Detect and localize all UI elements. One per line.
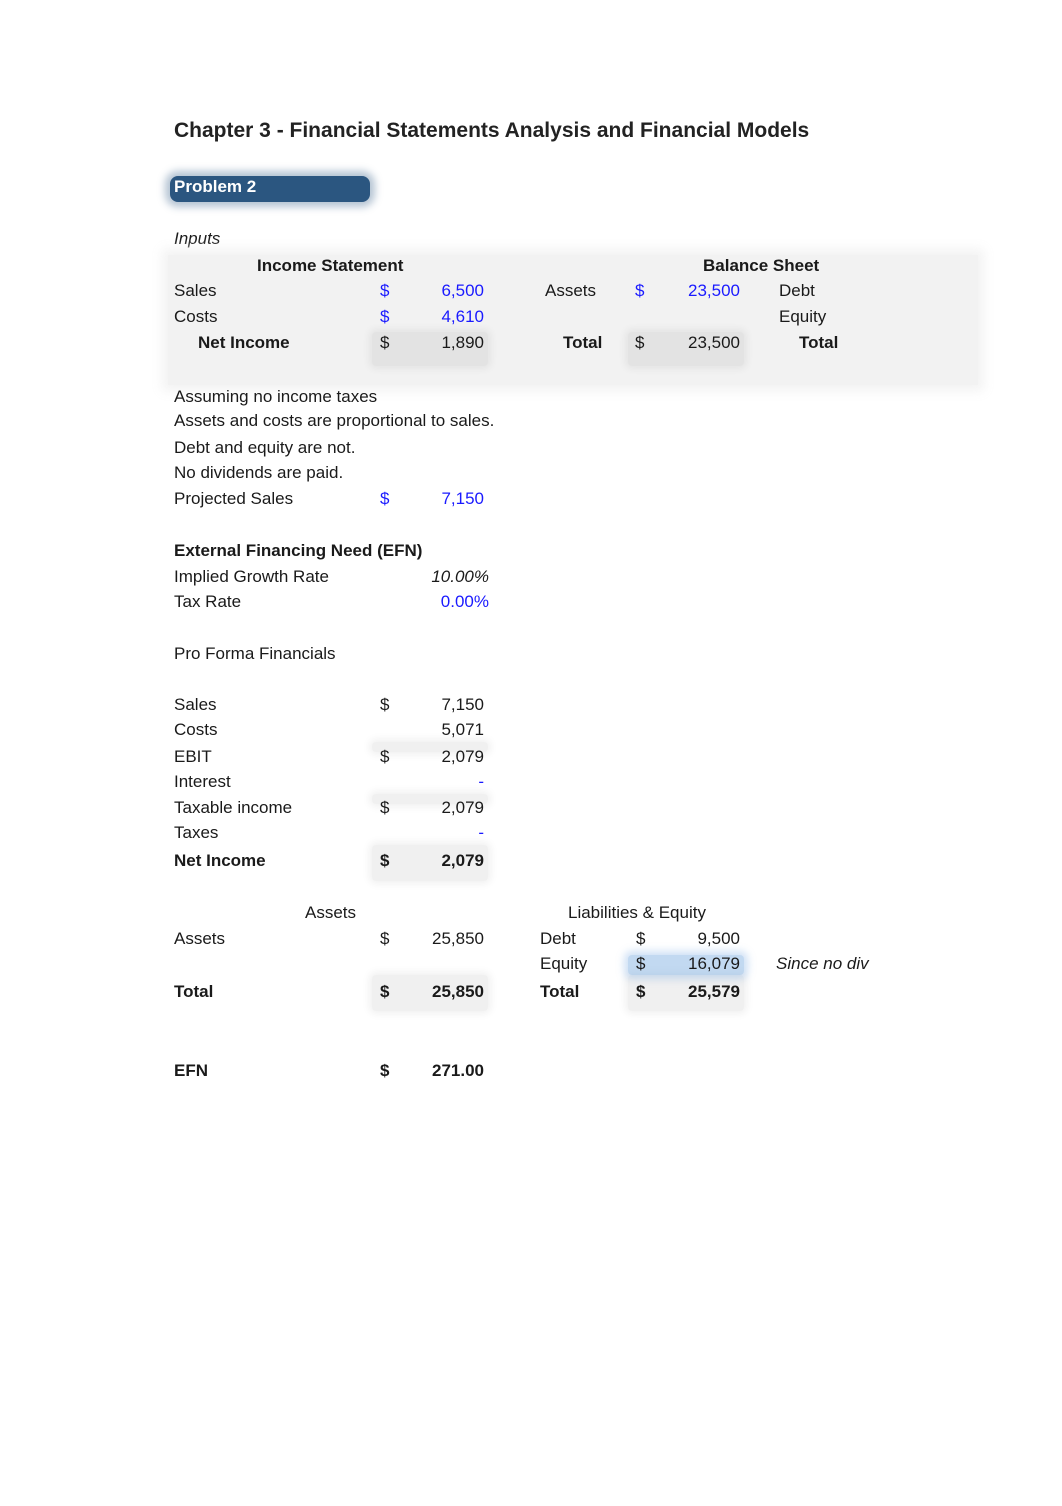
pf-interest-label: Interest [174, 772, 231, 791]
is-costs-label: Costs [174, 307, 218, 326]
pf-bs-equity-label: Equity [540, 954, 588, 973]
is-net-income-currency: $ [380, 333, 390, 352]
pf-bs-debt-label: Debt [540, 929, 576, 948]
efn-value[interactable]: 271.00 [400, 1060, 484, 1082]
pf-bs-assets-total-value[interactable]: 25,850 [400, 981, 484, 1003]
pf-bs-assets-value[interactable]: 25,850 [400, 928, 484, 950]
pf-taxable-income-value[interactable]: 2,079 [400, 797, 484, 819]
is-net-income-value[interactable]: 1,890 [400, 332, 484, 354]
pf-taxes-value[interactable]: - [400, 822, 484, 844]
pf-sales-value[interactable]: 7,150 [400, 694, 484, 716]
projected-sales-currency: $ [380, 489, 390, 508]
pf-bs-equity-currency: $ [636, 954, 646, 973]
bs-total-currency: $ [635, 333, 645, 352]
problem-banner: Problem 2 [170, 176, 370, 202]
pf-bs-debt-value[interactable]: 9,500 [650, 928, 740, 950]
pf-bs-assets-total-currency: $ [380, 982, 390, 1001]
pf-bs-liab-total-label: Total [540, 982, 580, 1001]
inputs-label: Inputs [174, 229, 221, 248]
pf-taxable-income-currency: $ [380, 798, 390, 817]
pf-costs-value[interactable]: 5,071 [400, 719, 484, 741]
bs-total-label: Total [563, 333, 603, 352]
is-costs-currency: $ [380, 307, 390, 326]
pf-assets-header: Assets [305, 903, 357, 922]
bs-liab-total-label: Total [799, 333, 839, 352]
growth-rate-value[interactable]: 10.00% [400, 566, 489, 588]
balance-sheet-header: Balance Sheet [703, 256, 820, 275]
pf-taxable-income-label: Taxable income [174, 798, 293, 817]
bs-assets-value[interactable]: 23,500 [650, 280, 740, 302]
problem-label: Problem 2 [174, 177, 257, 196]
assumption-2: Assets and costs are proportional to sal… [174, 411, 495, 430]
projected-sales-value[interactable]: 7,150 [400, 488, 484, 510]
tax-rate-value[interactable]: 0.00% [400, 591, 489, 613]
pf-sales-currency: $ [380, 695, 390, 714]
pf-ebit-value[interactable]: 2,079 [400, 746, 484, 768]
is-sales-label: Sales [174, 281, 217, 300]
pf-costs-label: Costs [174, 720, 218, 739]
growth-rate-label: Implied Growth Rate [174, 567, 329, 586]
assumption-3: Debt and equity are not. [174, 438, 356, 457]
bs-assets-label: Assets [545, 281, 597, 300]
bs-total-value[interactable]: 23,500 [650, 332, 740, 354]
pf-bs-liab-total-currency: $ [636, 982, 646, 1001]
bs-assets-currency: $ [635, 281, 645, 300]
pf-bs-liab-total-value[interactable]: 25,579 [650, 981, 740, 1003]
income-statement-header: Income Statement [257, 256, 404, 275]
pro-forma-header: Pro Forma Financials [174, 644, 336, 663]
pf-bs-assets-total-label: Total [174, 982, 214, 1001]
efn-currency: $ [380, 1061, 390, 1080]
tax-rate-label: Tax Rate [174, 592, 242, 611]
is-sales-value[interactable]: 6,500 [400, 280, 484, 302]
pf-bs-assets-currency: $ [380, 929, 390, 948]
assumption-1: Assuming no income taxes [174, 387, 378, 406]
is-net-income-label: Net Income [198, 333, 290, 352]
pf-bs-debt-currency: $ [636, 929, 646, 948]
bs-equity-label: Equity [779, 307, 827, 326]
is-sales-currency: $ [380, 281, 390, 300]
pf-liab-header: Liabilities & Equity [568, 903, 706, 922]
pf-bs-equity-note: Since no div [776, 954, 869, 973]
pf-ebit-currency: $ [380, 747, 390, 766]
efn-label: EFN [174, 1061, 208, 1080]
pf-net-income-value[interactable]: 2,079 [400, 850, 484, 872]
pf-ebit-label: EBIT [174, 747, 212, 766]
bs-debt-label: Debt [779, 281, 815, 300]
pf-interest-value[interactable]: - [400, 771, 484, 793]
pf-net-income-label: Net Income [174, 851, 266, 870]
projected-sales-label: Projected Sales [174, 489, 294, 508]
pf-sales-label: Sales [174, 695, 217, 714]
efn-section-header: External Financing Need (EFN) [174, 541, 423, 560]
pf-net-income-currency: $ [380, 851, 390, 870]
page-title: Chapter 3 - Financial Statements Analysi… [174, 119, 810, 142]
pf-bs-equity-value[interactable]: 16,079 [650, 953, 740, 975]
pf-bs-assets-label: Assets [174, 929, 226, 948]
is-costs-value[interactable]: 4,610 [400, 306, 484, 328]
assumption-4: No dividends are paid. [174, 463, 344, 482]
pf-taxes-label: Taxes [174, 823, 219, 842]
